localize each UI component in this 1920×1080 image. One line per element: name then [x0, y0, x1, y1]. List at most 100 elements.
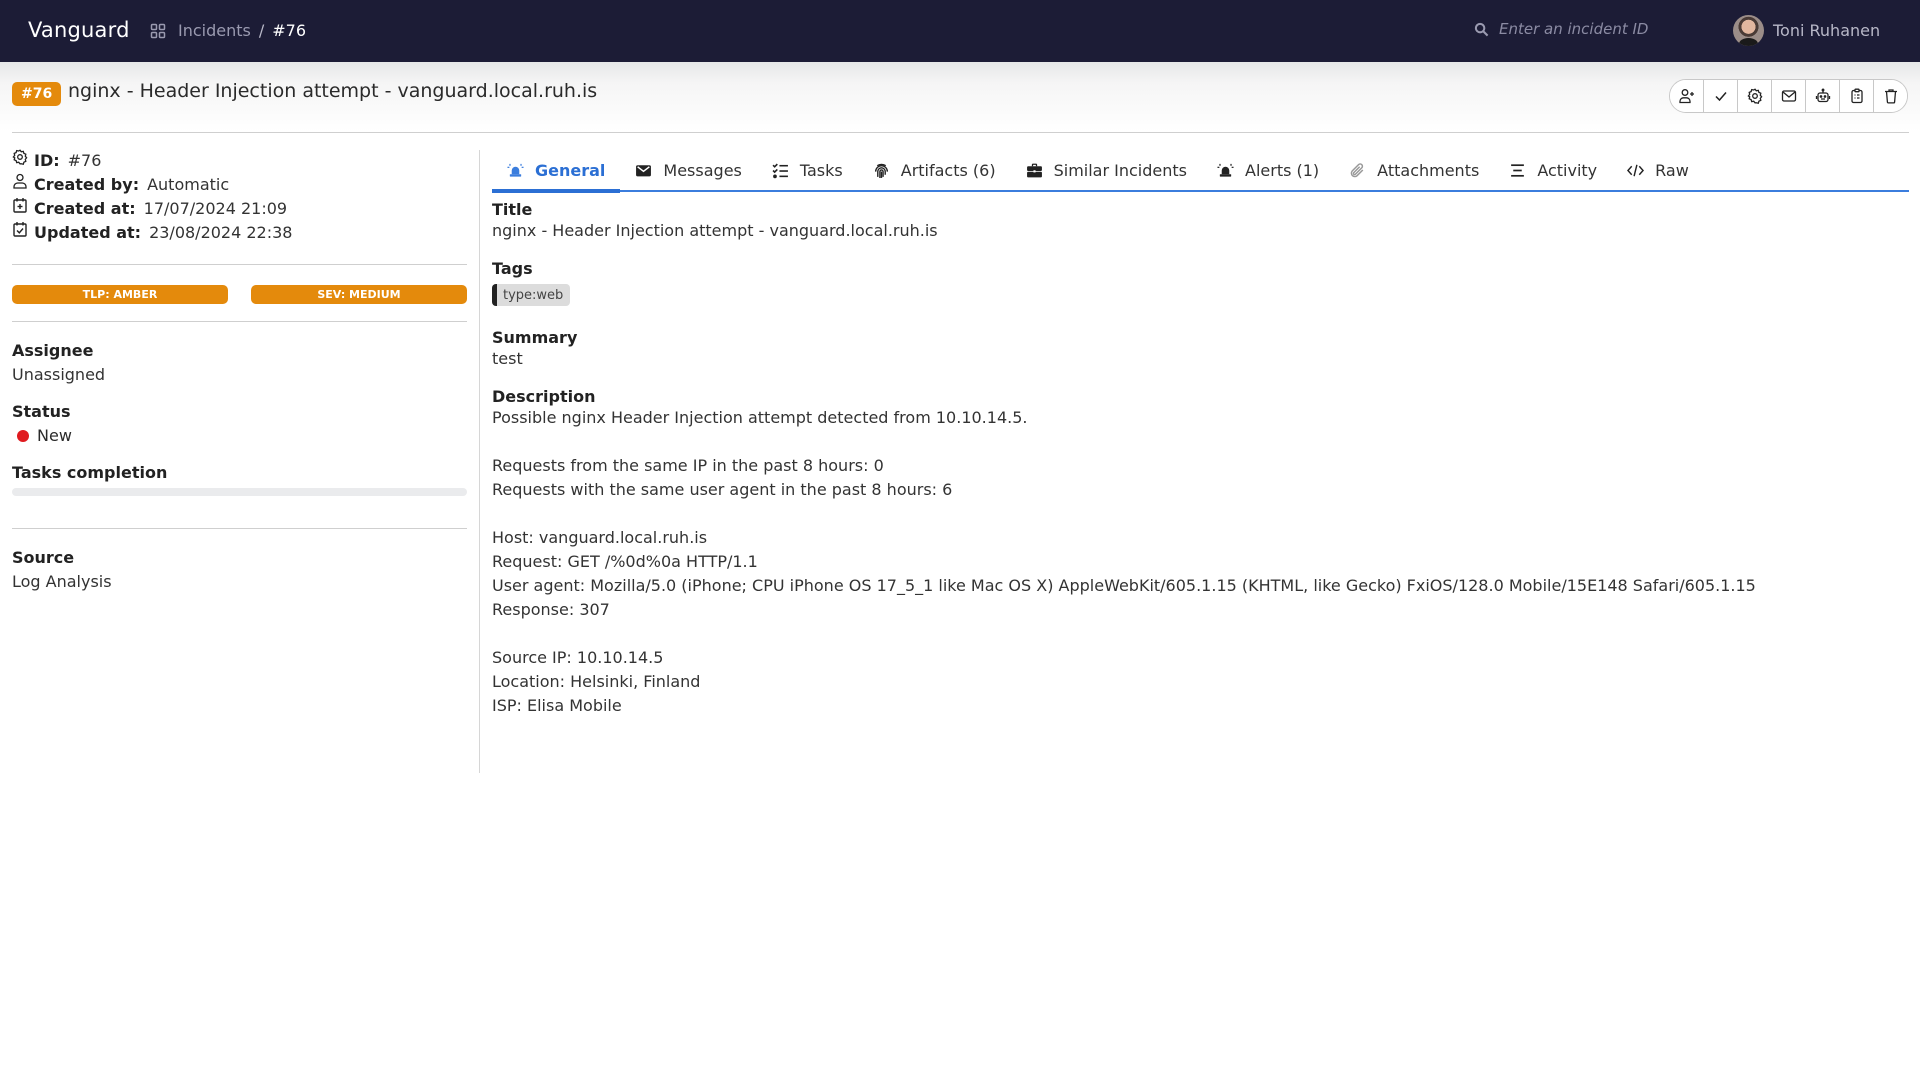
description-line	[492, 502, 1909, 526]
meta-key: Updated at:	[34, 222, 142, 242]
classification-badges: TLP: AMBER SEV: MEDIUM	[12, 285, 467, 304]
description-body: Possible nginx Header Injection attempt …	[492, 406, 1909, 718]
status-text: New	[37, 426, 72, 445]
description-section: Description Possible nginx Header Inject…	[492, 387, 1909, 718]
header-divider	[12, 132, 1909, 133]
source-value: Log Analysis	[12, 572, 112, 591]
user-plus-icon	[1678, 89, 1694, 104]
general-tab-content: Title nginx - Header Injection attempt -…	[492, 200, 1909, 734]
clipboard-button[interactable]	[1840, 80, 1874, 112]
tab-label: Attachments	[1377, 160, 1480, 180]
incident-details-sidebar: ID: #76 Created by: Automatic Created at…	[12, 148, 467, 591]
description-line: Location: Helsinki, Finland	[492, 672, 701, 691]
list-icon	[1511, 163, 1525, 177]
top-navbar: Vanguard Incidents / #76 Toni Ruhanen	[0, 0, 1920, 62]
assignee-value[interactable]: Unassigned	[12, 365, 467, 384]
meta-value: #76	[67, 150, 102, 170]
breadcrumb-separator: /	[258, 21, 265, 40]
tab-similar-incidents[interactable]: Similar Incidents	[1011, 150, 1202, 190]
description-line: Requests with the same user agent in the…	[492, 480, 953, 499]
meta-updated-at: Updated at: 23/08/2024 22:38	[12, 220, 467, 244]
description-line: Request: GET /%0d%0a HTTP/1.1	[492, 552, 758, 571]
panel-divider	[479, 150, 480, 773]
meta-key: Created at:	[34, 198, 136, 218]
gear-icon	[1746, 88, 1762, 104]
severity-badge[interactable]: SEV: MEDIUM	[251, 285, 467, 304]
tags-section: Tags type:web	[492, 259, 1909, 310]
tasks-completion-progress	[12, 488, 467, 496]
tab-label: Artifacts (6)	[900, 160, 996, 180]
brand-logo[interactable]: Vanguard	[28, 18, 130, 42]
gear-icon	[12, 149, 28, 165]
assignee-label: Assignee	[12, 341, 94, 360]
tab-label: General	[535, 160, 606, 180]
summary-value: test	[492, 349, 523, 368]
tags-label: Tags	[492, 259, 533, 278]
avatar	[1733, 15, 1764, 46]
tag-chip[interactable]: type:web	[492, 284, 571, 306]
status-value[interactable]: New	[12, 426, 467, 445]
breadcrumb: Incidents / #76	[150, 21, 306, 40]
status-dot	[17, 429, 29, 442]
search-icon	[1474, 22, 1489, 36]
meta-value: Automatic	[147, 174, 230, 194]
tab-artifacts[interactable]: Artifacts (6)	[858, 150, 1011, 190]
tab-label: Raw	[1655, 160, 1689, 180]
summary-label: Summary	[492, 328, 578, 347]
email-button[interactable]	[1772, 80, 1806, 112]
paperclip-icon	[1350, 162, 1364, 177]
fingerprint-icon	[874, 163, 888, 178]
incident-search	[1474, 20, 1699, 38]
user-icon	[13, 173, 27, 189]
description-line: Source IP: 10.10.14.5	[492, 648, 664, 667]
meta-id: ID: #76	[12, 148, 467, 172]
briefcase-icon	[1026, 163, 1042, 177]
description-line: Requests from the same IP in the past 8 …	[492, 456, 884, 475]
tag-text: type:web	[503, 287, 564, 303]
meta-created-at: Created at: 17/07/2024 21:09	[12, 196, 467, 220]
summary-section: Summary test	[492, 328, 1909, 371]
user-name: Toni Ruhanen	[1773, 21, 1881, 40]
grid-icon	[150, 23, 166, 38]
breadcrumb-current: #76	[272, 21, 307, 40]
envelope-icon	[636, 164, 652, 176]
description-line	[492, 430, 1909, 454]
automation-button[interactable]	[1806, 80, 1840, 112]
checklist-icon	[772, 163, 788, 178]
tab-messages[interactable]: Messages	[620, 150, 756, 190]
title-section: Title nginx - Header Injection attempt -…	[492, 200, 1909, 243]
tab-general[interactable]: General	[492, 150, 621, 193]
description-line	[492, 622, 1909, 646]
close-incident-button[interactable]	[1704, 80, 1738, 112]
tab-activity[interactable]: Activity	[1494, 150, 1612, 190]
incident-search-input[interactable]	[1499, 20, 1699, 38]
meta-value: 17/07/2024 21:09	[143, 198, 288, 218]
meta-value: 23/08/2024 22:38	[149, 222, 293, 242]
meta-created-by: Created by: Automatic	[12, 172, 467, 196]
tab-tasks[interactable]: Tasks	[757, 150, 858, 190]
trash-icon	[1884, 89, 1897, 104]
description-line: User agent: Mozilla/5.0 (iPhone; CPU iPh…	[492, 576, 1756, 595]
sidebar-divider	[12, 264, 467, 265]
tab-label: Activity	[1537, 160, 1598, 180]
delete-button[interactable]	[1874, 80, 1907, 112]
tasks-completion-label: Tasks completion	[12, 463, 168, 482]
robot-icon	[1815, 88, 1830, 103]
description-line: ISP: Elisa Mobile	[492, 696, 622, 715]
incident-tabs: General Messages Tasks Artifacts (6) Sim…	[492, 150, 1909, 193]
assign-user-button[interactable]	[1670, 80, 1704, 112]
meta-key: Created by:	[34, 174, 140, 194]
tlp-badge[interactable]: TLP: AMBER	[12, 285, 228, 304]
tab-label: Alerts (1)	[1245, 160, 1320, 180]
incident-actions-toolbar	[1669, 79, 1908, 113]
tab-attachments[interactable]: Attachments	[1334, 150, 1494, 190]
description-line: Response: 307	[492, 600, 610, 619]
clipboard-icon	[1850, 88, 1863, 104]
user-menu[interactable]: Toni Ruhanen	[1733, 15, 1880, 46]
description-line: Possible nginx Header Injection attempt …	[492, 408, 1028, 427]
breadcrumb-incidents-link[interactable]: Incidents	[178, 21, 251, 40]
tab-alerts[interactable]: Alerts (1)	[1202, 150, 1334, 190]
tab-raw[interactable]: Raw	[1612, 150, 1704, 190]
settings-button[interactable]	[1738, 80, 1772, 112]
tag-color-bar	[492, 284, 497, 306]
